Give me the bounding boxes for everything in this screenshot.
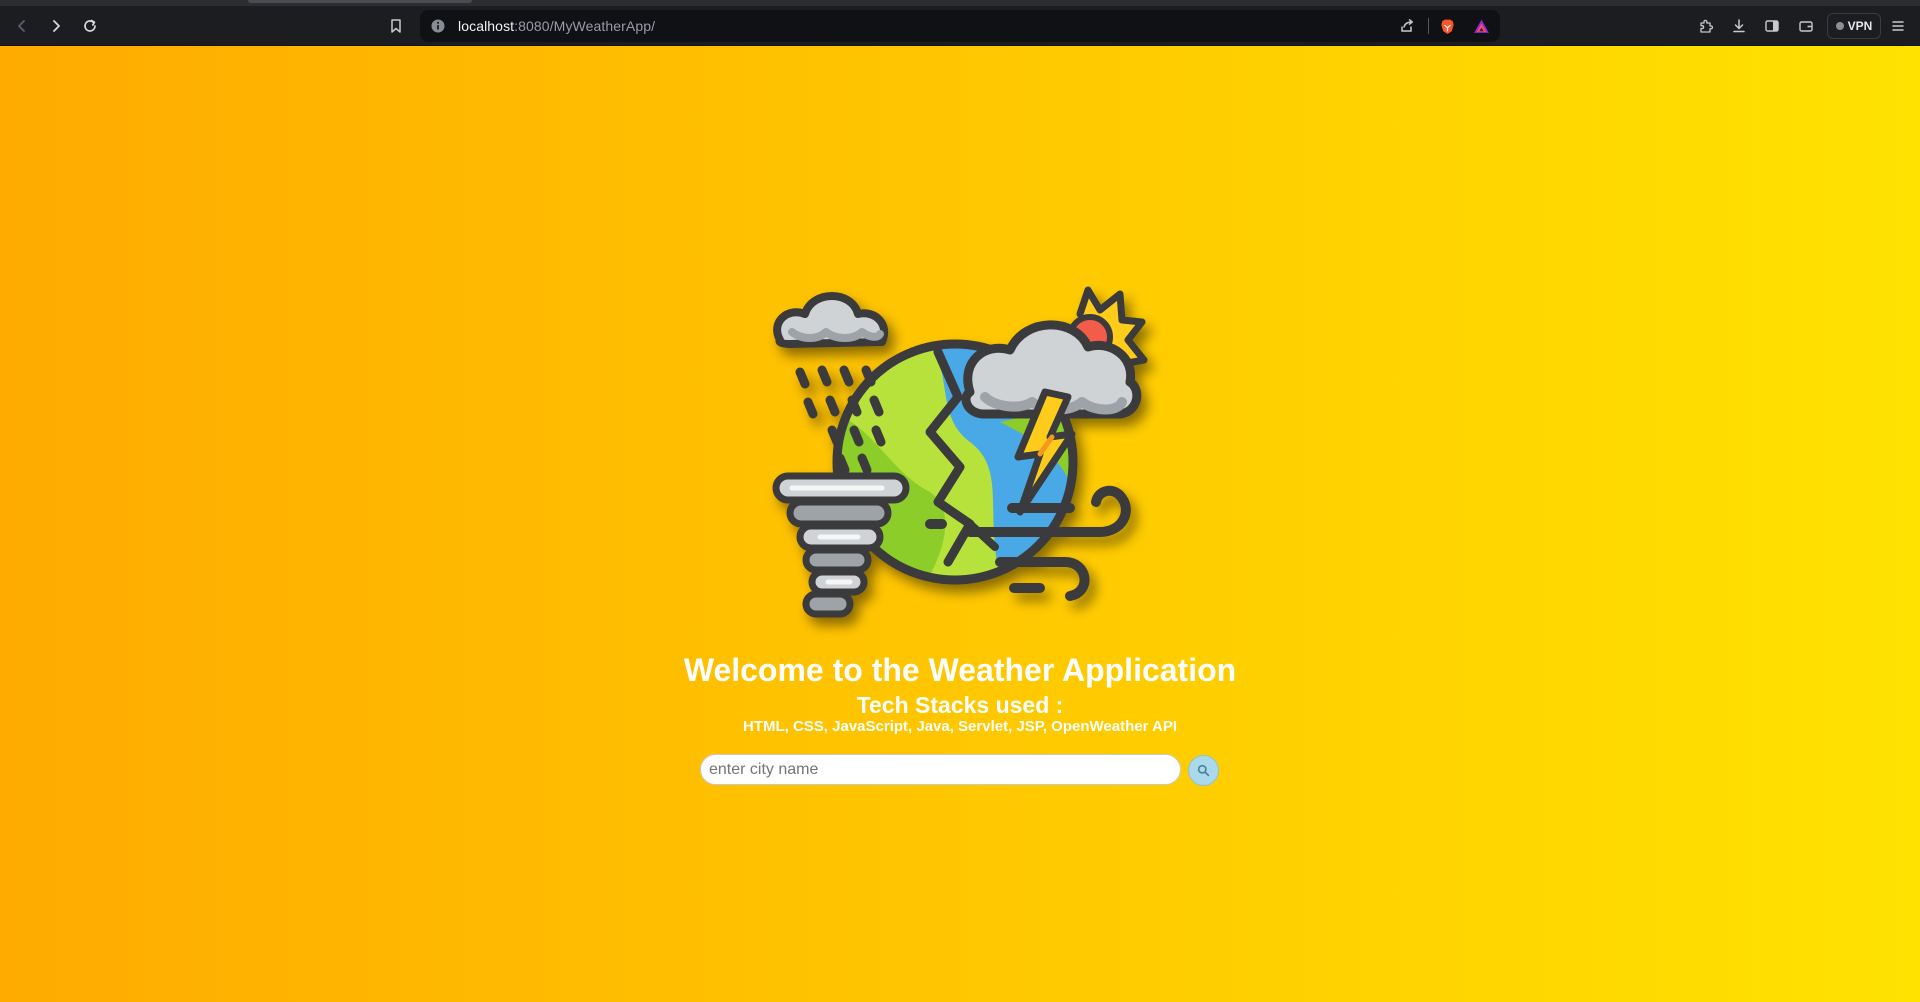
active-tab-indicator[interactable] (248, 0, 472, 3)
bookmark-icon (391, 19, 401, 33)
url-path: :8080/MyWeatherApp/ (514, 18, 656, 34)
share-icon (1401, 19, 1413, 32)
downloads-button[interactable] (1725, 12, 1753, 40)
download-icon (1733, 19, 1745, 33)
search-button[interactable] (1188, 755, 1219, 786)
info-icon[interactable] (430, 18, 446, 34)
forward-button[interactable] (42, 12, 70, 40)
bookmark-button[interactable] (382, 12, 410, 40)
weather-globe-illustration (770, 262, 1150, 642)
address-bar[interactable]: localhost:8080/MyWeatherApp/ (420, 10, 1500, 42)
reload-icon (84, 19, 96, 32)
brave-shields-button[interactable] (1438, 17, 1456, 35)
reload-button[interactable] (76, 12, 104, 40)
city-search-input[interactable] (700, 754, 1181, 785)
extensions-button[interactable] (1692, 12, 1720, 40)
brave-lion-icon (1440, 19, 1454, 34)
wallet-button[interactable] (1792, 12, 1820, 40)
weather-globe-icon (772, 286, 1148, 618)
browser-toolbar: localhost:8080/MyWeatherApp/ VPN (0, 6, 1920, 46)
url-text[interactable]: localhost:8080/MyWeatherApp/ (458, 18, 655, 34)
weather-app-page: Welcome to the Weather Application Tech … (0, 46, 1920, 1002)
search-icon (1197, 764, 1210, 777)
rewards-triangle-icon (1473, 19, 1489, 33)
page-title: Welcome to the Weather Application (683, 652, 1237, 688)
hamburger-menu-icon (1892, 21, 1904, 31)
chevron-left-icon (18, 20, 25, 32)
vpn-status-dot (1835, 22, 1844, 30)
sidebar-icon (1765, 20, 1779, 32)
back-button[interactable] (8, 12, 36, 40)
tech-stack-heading: Tech Stacks used : (856, 692, 1064, 718)
wallet-icon (1799, 21, 1813, 32)
chevron-right-icon (53, 20, 60, 32)
puzzle-icon (1700, 19, 1713, 33)
vpn-button[interactable]: VPN (1827, 13, 1881, 39)
share-button[interactable] (1398, 17, 1416, 35)
sidebar-button[interactable] (1758, 12, 1786, 40)
url-divider (1428, 18, 1429, 34)
main-menu-button[interactable] (1884, 12, 1912, 40)
rewards-button[interactable] (1472, 17, 1490, 35)
url-host: localhost (458, 18, 515, 34)
vpn-label: VPN (1847, 19, 1873, 33)
tech-stack-list: HTML, CSS, JavaScript, Java, Servlet, JS… (742, 718, 1178, 735)
